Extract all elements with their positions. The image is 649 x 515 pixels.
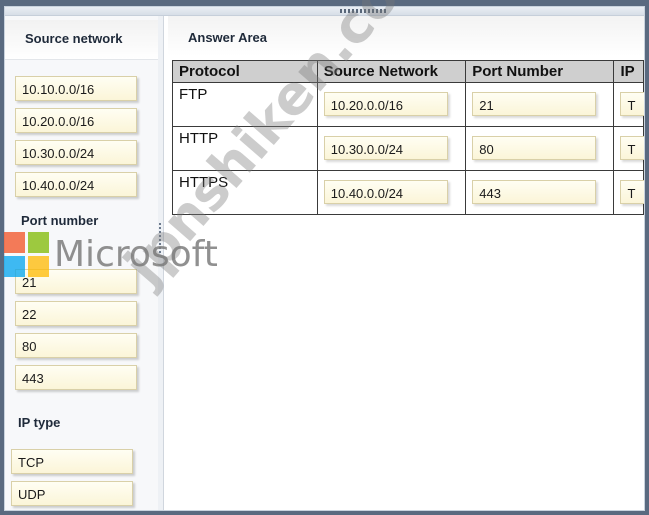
port-number-cell: 80 — [465, 126, 615, 171]
choice-port-443[interactable]: 443 — [15, 365, 137, 390]
ip-type-cell: T — [613, 170, 644, 215]
ip-type-drop-slot[interactable]: T — [620, 92, 644, 116]
column-port-number: Port Number — [465, 60, 615, 83]
source-network-drop-slot[interactable]: 10.40.0.0/24 — [323, 180, 448, 204]
choice-port-80[interactable]: 80 — [15, 333, 137, 358]
ip-type-cell: T — [613, 82, 644, 127]
port-number-drop-slot[interactable]: 443 — [472, 180, 597, 204]
port-number-heading: Port number — [21, 213, 99, 228]
port-number-drop-slot[interactable]: 80 — [472, 136, 597, 160]
logo-square-blue — [4, 256, 25, 277]
column-ip-type: IP — [613, 60, 644, 83]
choice-source-network-3[interactable]: 10.30.0.0/24 — [15, 140, 137, 165]
ip-type-drop-slot[interactable]: T — [620, 180, 644, 204]
ip-type-heading: IP type — [18, 415, 61, 430]
source-network-cell: 10.30.0.0/24 — [316, 126, 467, 171]
answer-table-header: Protocol Source Network Port Number IP — [172, 60, 644, 83]
ip-type-cell: T — [613, 126, 644, 171]
choice-source-network-4[interactable]: 10.40.0.0/24 — [15, 172, 137, 197]
choice-source-network-1[interactable]: 10.10.0.0/16 — [15, 76, 137, 101]
source-network-heading: Source network — [5, 20, 158, 60]
logo-square-green — [28, 232, 49, 253]
choice-port-22[interactable]: 22 — [15, 301, 137, 326]
source-network-cell: 10.40.0.0/24 — [316, 170, 467, 215]
port-number-drop-slot[interactable]: 21 — [472, 92, 597, 116]
source-network-drop-slot[interactable]: 10.30.0.0/24 — [323, 136, 448, 160]
microsoft-logo-icon — [4, 232, 50, 278]
logo-square-red — [4, 232, 25, 253]
logo-square-yellow — [28, 256, 49, 277]
source-network-drop-slot[interactable]: 10.20.0.0/16 — [323, 92, 448, 116]
choice-ip-udp[interactable]: UDP — [11, 481, 133, 506]
choice-ip-tcp[interactable]: TCP — [11, 449, 133, 474]
choice-source-network-2[interactable]: 10.20.0.0/16 — [15, 108, 137, 133]
answer-area-heading: Answer Area — [168, 16, 644, 56]
port-number-cell: 21 — [465, 82, 615, 127]
port-number-cell: 443 — [465, 170, 615, 215]
ip-type-drop-slot[interactable]: T — [620, 136, 644, 160]
